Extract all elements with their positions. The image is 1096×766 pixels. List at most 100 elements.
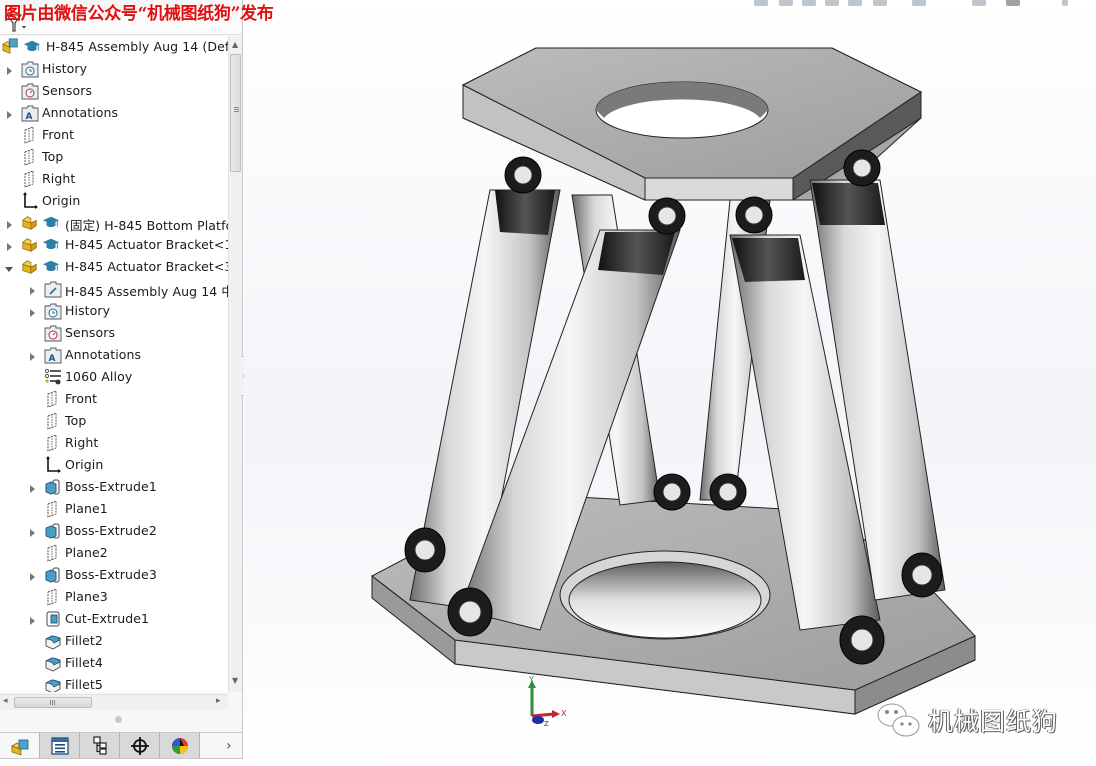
tree-item[interactable]: H-845 Assembly Aug 14 (Defau	[0, 36, 228, 58]
tree-item[interactable]: History	[0, 300, 228, 322]
tree-item-label: Plane1	[65, 501, 108, 516]
tree-item[interactable]: 1060 Alloy	[0, 366, 228, 388]
tree-item[interactable]: Origin	[0, 190, 228, 212]
part-icon	[21, 214, 39, 232]
watermark-bottom-text: 机械图纸狗	[928, 707, 1059, 736]
display-state-icon	[42, 236, 60, 254]
tree-item[interactable]: Fillet4	[0, 652, 228, 674]
expand-arrow-icon[interactable]	[27, 526, 37, 537]
graphics-viewport[interactable]: Y X Z	[244, 0, 1096, 766]
tree-item[interactable]: Boss-Extrude3	[0, 564, 228, 586]
dimxpert-manager-tab[interactable]	[120, 733, 160, 759]
tree-item-label: Annotations	[42, 105, 119, 120]
annotations-folder-icon: A	[21, 104, 39, 122]
plane-icon	[44, 588, 62, 606]
tree-item[interactable]: Cut-Extrude1	[0, 608, 228, 630]
expand-arrow-icon[interactable]	[4, 64, 14, 75]
tree-item-label: Plane3	[65, 589, 108, 604]
expand-arrow-icon[interactable]	[27, 614, 37, 625]
tree-item[interactable]: H-845 Assembly Aug 14 中目	[0, 278, 228, 300]
sensors-folder-icon	[44, 324, 62, 342]
x-axis-label: X	[561, 709, 567, 718]
cut-extrude-icon	[44, 610, 62, 628]
tree-item[interactable]: Fillet5	[0, 674, 228, 692]
tree-item[interactable]: A Annotations	[0, 102, 228, 124]
watermark-top-text: 图片由微信公众号“机械图纸狗”发布	[4, 4, 274, 24]
feature-manager-panel: H-845 Assembly Aug 14 (Defau History Senso…	[0, 0, 243, 766]
tree-item[interactable]: Plane1	[0, 498, 228, 520]
expand-arrow-icon[interactable]	[27, 570, 37, 581]
tree-item[interactable]: H-845 Actuator Bracket<3>	[0, 256, 228, 278]
tree-item[interactable]: Origin	[0, 454, 228, 476]
collapse-arrow-icon[interactable]	[4, 262, 14, 272]
tree-item[interactable]: Front	[0, 388, 228, 410]
expand-arrow-icon[interactable]	[4, 218, 14, 229]
expand-arrow-icon[interactable]	[4, 108, 14, 119]
tree-item-label: Origin	[42, 193, 81, 208]
expand-arrow-icon[interactable]	[4, 240, 14, 251]
tree-item[interactable]: Fillet2	[0, 630, 228, 652]
tree-item[interactable]: Plane2	[0, 542, 228, 564]
tree-item[interactable]: History	[0, 58, 228, 80]
configuration-manager-icon	[92, 736, 107, 755]
part-icon	[21, 236, 39, 254]
fillet-icon	[44, 632, 62, 650]
x-axis-arrow	[531, 712, 555, 718]
tree-item[interactable]: Sensors	[0, 80, 228, 102]
tree-item-label: Origin	[65, 457, 104, 472]
tree-item-label: Fillet4	[65, 655, 103, 670]
tree-item[interactable]: Right	[0, 432, 228, 454]
scroll-left-icon[interactable]: ◂	[3, 696, 8, 706]
tree-item[interactable]: Top	[0, 146, 228, 168]
tree-item-label: H-845 Actuator Bracket<1>	[65, 237, 228, 252]
expand-arrow-icon[interactable]	[27, 350, 37, 361]
sensors-folder-icon	[21, 82, 39, 100]
tree-item[interactable]: Boss-Extrude2	[0, 520, 228, 542]
tree-item-label: Boss-Extrude3	[65, 567, 157, 582]
configuration-manager-tab[interactable]	[80, 733, 120, 759]
tree-item[interactable]: Right	[0, 168, 228, 190]
tree-item[interactable]: Front	[0, 124, 228, 146]
history-folder-icon	[44, 302, 62, 320]
hexapod-3d-model[interactable]	[244, 0, 1096, 766]
display-manager-tab[interactable]	[160, 733, 200, 759]
expand-arrow-icon[interactable]	[27, 306, 37, 317]
expand-arrow-icon[interactable]	[27, 284, 37, 295]
tree-item-label: Front	[65, 391, 98, 406]
tree-item-label: H-845 Assembly Aug 14 中目	[65, 284, 228, 299]
tree-item[interactable]: Plane3	[0, 586, 228, 608]
expand-arrow-icon[interactable]	[27, 482, 37, 493]
vertical-scroll-thumb[interactable]	[230, 54, 241, 172]
z-axis-label: Z	[544, 720, 549, 726]
horizontal-scroll-thumb[interactable]	[14, 697, 92, 708]
tree-item-label: Right	[42, 171, 76, 186]
scroll-up-icon[interactable]: ▲	[232, 40, 238, 49]
tree-item-label: Top	[42, 149, 64, 164]
tree-item[interactable]: Boss-Extrude1	[0, 476, 228, 498]
crosshair-icon	[130, 737, 149, 755]
tree-item-label: Boss-Extrude2	[65, 523, 157, 538]
property-manager-tab[interactable]	[40, 733, 80, 759]
tree-item[interactable]: Sensors	[0, 322, 228, 344]
tree-item-label: H-845 Assembly Aug 14 (Defau	[46, 39, 228, 54]
tree-item[interactable]: H-845 Actuator Bracket<1>	[0, 234, 228, 256]
scroll-down-icon[interactable]: ▼	[232, 676, 238, 685]
tree-item-label: Fillet5	[65, 677, 103, 692]
more-tabs-chevron-icon[interactable]: ›	[226, 738, 232, 754]
property-manager-icon	[50, 737, 69, 755]
appearance-icon	[171, 738, 188, 754]
fillet-icon	[44, 654, 62, 672]
feature-manager-tab[interactable]	[0, 733, 40, 759]
scroll-right-icon[interactable]: ▸	[216, 696, 221, 706]
part-icon	[21, 258, 39, 276]
horizontal-scrollbar[interactable]: ◂ ▸	[0, 694, 228, 710]
plane-icon	[21, 148, 39, 166]
feature-tree: H-845 Assembly Aug 14 (Defau History Senso…	[0, 36, 228, 692]
tree-item[interactable]: Top	[0, 410, 228, 432]
tree-item[interactable]: (固定) H-845 Bottom Platfor	[0, 212, 228, 234]
tree-item[interactable]: A Annotations	[0, 344, 228, 366]
panel-splitter[interactable]	[115, 716, 122, 723]
vertical-scrollbar[interactable]: ▲ ▼	[228, 36, 242, 692]
plane-icon	[44, 500, 62, 518]
tree-item-label: Annotations	[65, 347, 142, 362]
